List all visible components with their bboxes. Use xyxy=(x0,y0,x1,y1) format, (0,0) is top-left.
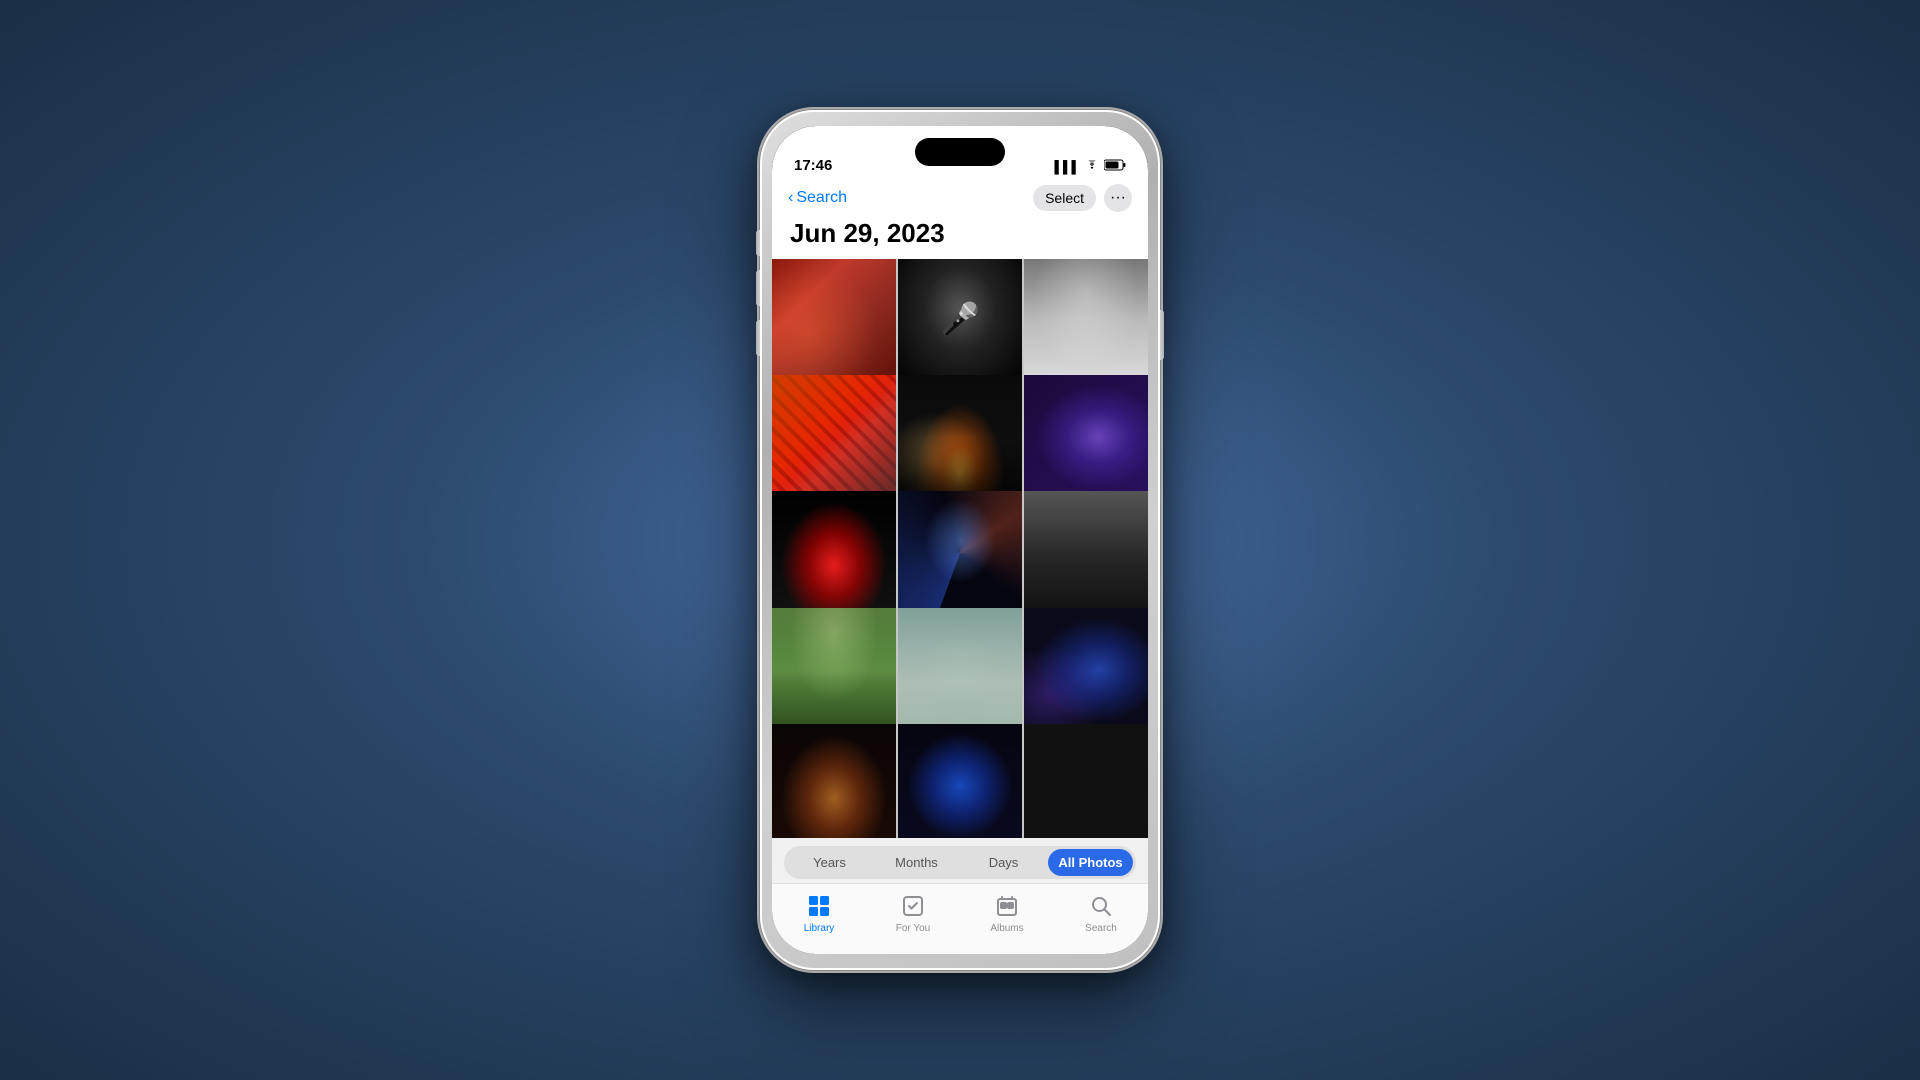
volume-up-button[interactable] xyxy=(756,270,760,306)
photo-cell[interactable] xyxy=(898,724,1022,838)
status-time: 17:46 xyxy=(794,157,832,174)
tab-library[interactable]: Library xyxy=(772,892,866,934)
tab-search[interactable]: Search xyxy=(1054,892,1148,934)
albums-icon xyxy=(995,892,1019,920)
phone-device: 17:46 ▌▌▌ xyxy=(760,110,1160,970)
phone-body: 17:46 ▌▌▌ xyxy=(760,110,1160,970)
photo-cell[interactable] xyxy=(898,491,1022,615)
photo-cell[interactable] xyxy=(1024,375,1148,499)
photo-cell[interactable] xyxy=(772,608,896,732)
tab-albums[interactable]: Albums xyxy=(960,892,1054,934)
back-button[interactable]: ‹ Search xyxy=(788,189,847,207)
tab-years[interactable]: Years xyxy=(787,849,872,876)
tab-bar: Library For You xyxy=(772,883,1148,954)
photo-cell[interactable] xyxy=(898,608,1022,732)
photo-cell[interactable] xyxy=(772,724,896,838)
tab-for-you[interactable]: For You xyxy=(866,892,960,934)
power-button[interactable] xyxy=(1160,310,1164,360)
view-selector: Years Months Days All Photos xyxy=(772,838,1148,883)
photo-cell[interactable] xyxy=(898,259,1022,383)
signal-icon: ▌▌▌ xyxy=(1054,160,1080,174)
photo-cell[interactable] xyxy=(1024,491,1148,615)
view-pill: Years Months Days All Photos xyxy=(784,846,1136,879)
photo-cell[interactable] xyxy=(1024,724,1148,838)
photo-cell[interactable] xyxy=(772,259,896,383)
battery-icon xyxy=(1104,159,1126,174)
photo-grid xyxy=(772,259,1148,838)
mute-button[interactable] xyxy=(756,230,760,256)
tab-albums-label: Albums xyxy=(990,923,1023,934)
dynamic-island xyxy=(915,138,1005,166)
more-icon: ··· xyxy=(1110,189,1126,207)
photo-cell[interactable] xyxy=(772,491,896,615)
back-chevron-icon: ‹ xyxy=(788,189,793,207)
tab-for-you-label: For You xyxy=(896,923,930,934)
date-title: Jun 29, 2023 xyxy=(788,218,1132,249)
back-label[interactable]: Search xyxy=(796,189,847,207)
photo-cell[interactable] xyxy=(1024,259,1148,383)
status-icons: ▌▌▌ xyxy=(1054,159,1126,174)
header-top: ‹ Search Select ··· xyxy=(788,184,1132,212)
wifi-icon xyxy=(1085,160,1099,174)
library-icon xyxy=(807,892,831,920)
select-button[interactable]: Select xyxy=(1033,185,1096,211)
tab-months[interactable]: Months xyxy=(874,849,959,876)
photo-cell[interactable] xyxy=(772,375,896,499)
header: ‹ Search Select ··· Jun 29, 2023 xyxy=(772,180,1148,259)
for-you-icon xyxy=(901,892,925,920)
tab-library-label: Library xyxy=(804,923,835,934)
photo-cell[interactable] xyxy=(898,375,1022,499)
volume-down-button[interactable] xyxy=(756,320,760,356)
screen-content: 17:46 ▌▌▌ xyxy=(772,126,1148,954)
more-button[interactable]: ··· xyxy=(1104,184,1132,212)
phone-screen: 17:46 ▌▌▌ xyxy=(772,126,1148,954)
search-icon xyxy=(1089,892,1113,920)
header-actions: Select ··· xyxy=(1033,184,1132,212)
tab-days[interactable]: Days xyxy=(961,849,1046,876)
tab-search-label: Search xyxy=(1085,923,1117,934)
photo-cell[interactable] xyxy=(1024,608,1148,732)
tab-all-photos[interactable]: All Photos xyxy=(1048,849,1133,876)
